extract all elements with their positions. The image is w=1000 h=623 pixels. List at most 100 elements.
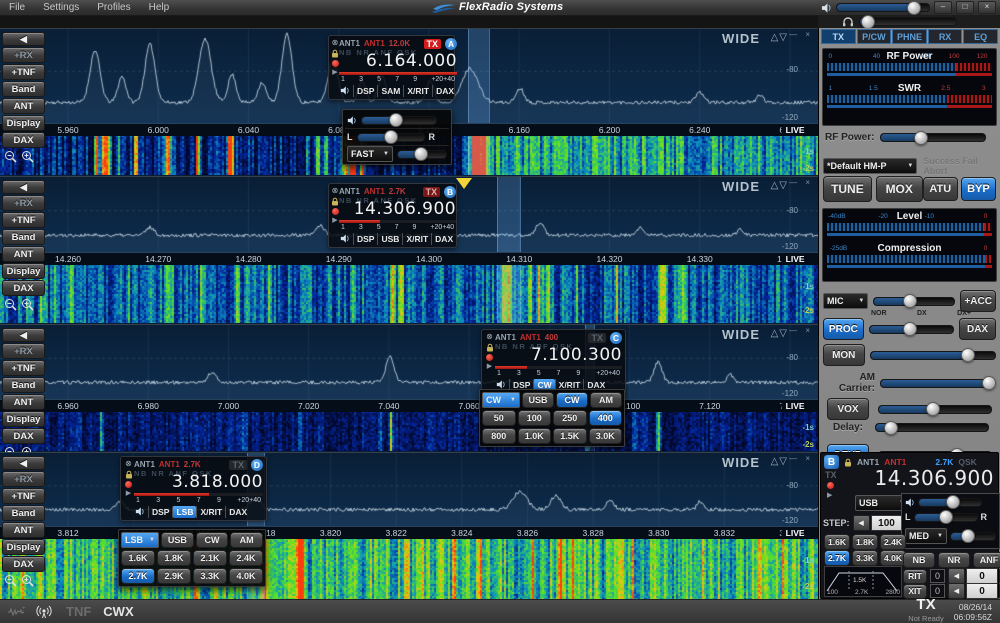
collapse-sidebar-button[interactable]: ◀ <box>2 456 45 470</box>
filter-400-button[interactable]: 400 <box>589 410 623 426</box>
nr-button[interactable]: NR <box>938 552 970 568</box>
zoom-in-icon[interactable] <box>21 446 34 452</box>
master-volume-slider[interactable] <box>836 3 930 12</box>
mode-dropdown[interactable]: LSB▼ <box>121 532 159 548</box>
zoom-in-icon[interactable] <box>21 574 34 587</box>
slice-flag-A[interactable]: ⊗▶ANT1ANT112.0KTXANB NR ANF QSK6.164.000… <box>328 35 455 100</box>
filter-4-0k-button[interactable]: 4.0K <box>229 568 263 584</box>
filter-3-3k-button[interactable]: 3.3K <box>852 550 878 566</box>
band-up-down-arrows[interactable]: △▽ <box>771 180 788 191</box>
sidebar--rx-button[interactable]: +RX <box>2 343 45 359</box>
sidebar--rx-button[interactable]: +RX <box>2 195 45 211</box>
filter-1-8k-button[interactable]: 1.8K <box>852 534 878 550</box>
slice-flag-B[interactable]: ⊗▶ANT1ANT12.7KTXBNB NR ANF QSK14.306.900… <box>328 183 457 248</box>
xit-value[interactable]: 0 <box>966 583 998 599</box>
flag-x-rit-button[interactable]: X/RIT <box>403 85 432 97</box>
rit-button[interactable]: RIT <box>903 569 927 584</box>
filter-2-4k-button[interactable]: 2.4K <box>229 550 263 566</box>
play-icon[interactable]: ▶ <box>332 217 337 224</box>
sidebar-display-button[interactable]: Display <box>2 115 45 131</box>
sidebar--tnf-button[interactable]: +TNF <box>2 360 45 376</box>
rx-antenna-label[interactable]: ANT1 <box>339 187 360 196</box>
sidebar-band-button[interactable]: Band <box>2 229 45 245</box>
maximize-button[interactable]: □ <box>956 1 974 14</box>
wide-band-button[interactable]: WIDE <box>722 327 760 342</box>
filter-width-label[interactable]: 400 <box>545 333 558 342</box>
rx-antenna-label[interactable]: ANT1 <box>495 333 516 342</box>
zoom-in-icon[interactable] <box>21 298 34 311</box>
filter-1-6k-button[interactable]: 1.6K <box>121 550 155 566</box>
close-button[interactable]: × <box>978 1 996 14</box>
waterfall-rate-slider[interactable] <box>397 150 447 159</box>
panel-window-controls[interactable]: — × <box>789 454 813 463</box>
slice-volume-slider[interactable] <box>361 116 437 125</box>
tab-eq[interactable]: EQ <box>963 29 998 44</box>
anf-button[interactable]: ANF <box>973 552 1000 568</box>
flag-dax-button[interactable]: DAX <box>431 233 456 245</box>
collapse-sidebar-button[interactable]: ◀ <box>2 32 45 46</box>
headphone-volume-slider[interactable] <box>859 17 957 26</box>
play-icon[interactable]: ▶ <box>332 69 337 76</box>
sidebar-ant-button[interactable]: ANT <box>2 522 45 538</box>
zoom-in-icon[interactable] <box>21 150 34 163</box>
flag-lsb-button[interactable]: LSB <box>172 506 196 518</box>
record-icon[interactable] <box>486 354 493 361</box>
zoom-out-icon[interactable] <box>4 298 17 311</box>
filter-3-3k-button[interactable]: 3.3K <box>193 568 227 584</box>
flag-dax-button[interactable]: DAX <box>225 506 250 518</box>
filter-1-5k-button[interactable]: 1.5K <box>553 428 587 444</box>
flag-dsp-button[interactable]: DSP <box>353 85 377 97</box>
mode-usb-button[interactable]: USB <box>161 532 194 548</box>
frequency-display[interactable]: 7.100.300 <box>495 347 622 364</box>
wide-band-button[interactable]: WIDE <box>722 179 760 194</box>
zoom-out-icon[interactable] <box>4 574 17 587</box>
monitor-level-slider[interactable] <box>870 351 996 360</box>
sidebar--tnf-button[interactable]: +TNF <box>2 212 45 228</box>
waterfall-display[interactable] <box>0 264 818 323</box>
record-icon[interactable] <box>125 481 132 488</box>
cwx-toggle[interactable]: CWX <box>103 604 133 619</box>
rit-decrement[interactable]: ◀ <box>948 568 965 584</box>
sidebar-band-button[interactable]: Band <box>2 81 45 97</box>
slice-flag-D[interactable]: ⊗▶ANT1ANT12.7KTXDNB NR ANF QSK3.818.0001… <box>120 456 267 521</box>
slice-audio-button[interactable] <box>339 86 353 97</box>
panel-window-controls[interactable]: — × <box>789 30 813 39</box>
mode-cw-button[interactable]: CW <box>556 392 588 408</box>
lock-icon[interactable] <box>331 197 339 206</box>
mode-am-button[interactable]: AM <box>230 532 263 548</box>
vox-level-slider[interactable] <box>878 405 992 414</box>
wide-band-button[interactable]: WIDE <box>722 31 760 46</box>
flag-dsp-button[interactable]: DSP <box>353 233 377 245</box>
menu-file[interactable]: File <box>0 2 34 13</box>
play-icon[interactable]: ▶ <box>126 490 131 497</box>
sidebar-dax-button[interactable]: DAX <box>2 280 45 296</box>
waveform-plus-icon[interactable]: + <box>8 606 26 617</box>
slice-balance-slider[interactable] <box>914 513 978 522</box>
tab-tx[interactable]: TX <box>821 29 856 44</box>
lock-icon[interactable] <box>486 343 494 352</box>
mon-button[interactable]: MON <box>823 344 865 366</box>
collapse-sidebar-button[interactable]: ◀ <box>2 180 45 194</box>
tab-rx[interactable]: RX <box>928 29 963 44</box>
filter-1-6k-button[interactable]: 1.6K <box>824 534 850 550</box>
filter-1-8k-button[interactable]: 1.8K <box>157 550 191 566</box>
dax-button[interactable]: DAX <box>959 318 996 340</box>
filter-1-0k-button[interactable]: 1.0K <box>518 428 552 444</box>
sidebar-dax-button[interactable]: DAX <box>2 556 45 572</box>
sidebar-display-button[interactable]: Display <box>2 263 45 279</box>
flag-x-rit-button[interactable]: X/RIT <box>402 233 431 245</box>
waterfall-rate-dropdown[interactable]: FAST▼ <box>347 146 393 162</box>
close-slice-icon[interactable]: ⊗ <box>332 39 339 47</box>
sidebar--rx-button[interactable]: +RX <box>2 47 45 63</box>
sidebar-dax-button[interactable]: DAX <box>2 132 45 148</box>
filter-2-1k-button[interactable]: 2.1K <box>193 550 227 566</box>
mic-source-dropdown[interactable]: MIC▼ <box>823 293 868 309</box>
mode-cw-button[interactable]: CW <box>196 532 229 548</box>
band-up-down-arrows[interactable]: △▽ <box>771 328 788 339</box>
flag-sam-button[interactable]: SAM <box>377 85 403 97</box>
agc-threshold-slider[interactable] <box>950 532 996 541</box>
frequency-axis[interactable]: 6.9606.9807.0007.0207.0407.0607.0807.100… <box>0 399 818 412</box>
tx-slice-badge[interactable]: TX <box>588 333 606 343</box>
frequency-axis[interactable]: 14.26014.27014.28014.29014.30014.31014.3… <box>0 252 818 265</box>
vox-delay-slider[interactable] <box>875 423 989 432</box>
